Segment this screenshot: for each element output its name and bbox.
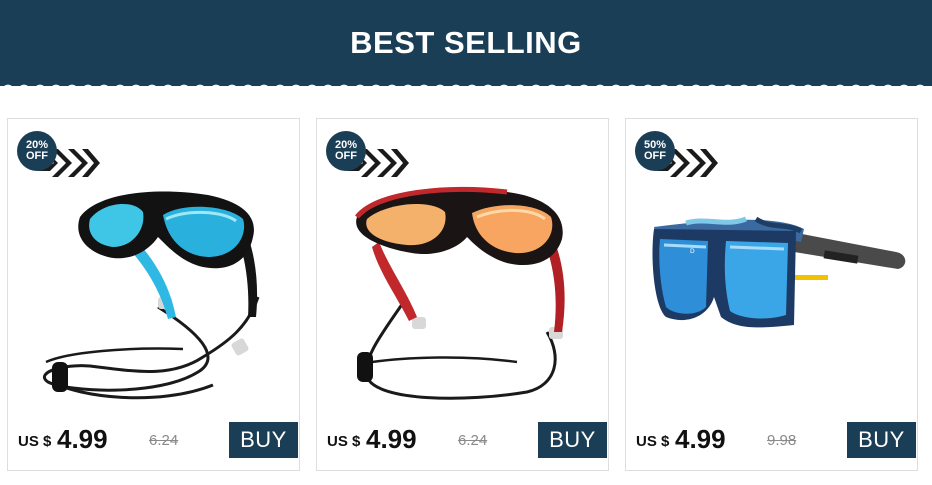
- svg-text:D: D: [690, 248, 695, 255]
- discount-badge: 20% OFF: [326, 131, 366, 171]
- price: 4.99: [366, 424, 417, 454]
- price-row: US $ 4.99 9.98 BUY: [626, 419, 919, 463]
- product-image[interactable]: [8, 157, 301, 417]
- price: 4.99: [57, 424, 108, 454]
- old-price: 6.24: [149, 432, 179, 449]
- buy-button[interactable]: BUY: [229, 422, 298, 458]
- discount-off-label: OFF: [26, 150, 48, 162]
- price-row: US $ 4.99 6.24 BUY: [8, 419, 301, 463]
- discount-badge: 50% OFF: [635, 131, 675, 171]
- buy-button[interactable]: BUY: [538, 422, 607, 458]
- product-image[interactable]: [317, 157, 610, 417]
- buy-button[interactable]: BUY: [847, 422, 916, 458]
- discount-off-label: OFF: [644, 150, 666, 162]
- price-row: US $ 4.99 6.24 BUY: [317, 419, 610, 463]
- discount-off-label: OFF: [335, 150, 357, 162]
- currency-label: US $: [636, 433, 670, 450]
- product-card[interactable]: 50% OFF D US $ 4.99 9.98 BUY: [625, 118, 918, 471]
- product-image[interactable]: D: [626, 157, 919, 417]
- banner-title: BEST SELLING: [350, 25, 582, 60]
- product-card[interactable]: 20% OFF US $ 4.99 6.24 BUY: [316, 118, 609, 471]
- scalloped-edge: [0, 79, 932, 91]
- old-price: 9.98: [767, 432, 797, 449]
- old-price: 6.24: [458, 432, 488, 449]
- price: 4.99: [675, 424, 726, 454]
- currency-label: US $: [18, 433, 52, 450]
- currency-label: US $: [327, 433, 361, 450]
- discount-badge: 20% OFF: [17, 131, 57, 171]
- product-card[interactable]: 20% OFF US $ 4.99 6.24 BUY: [7, 118, 300, 471]
